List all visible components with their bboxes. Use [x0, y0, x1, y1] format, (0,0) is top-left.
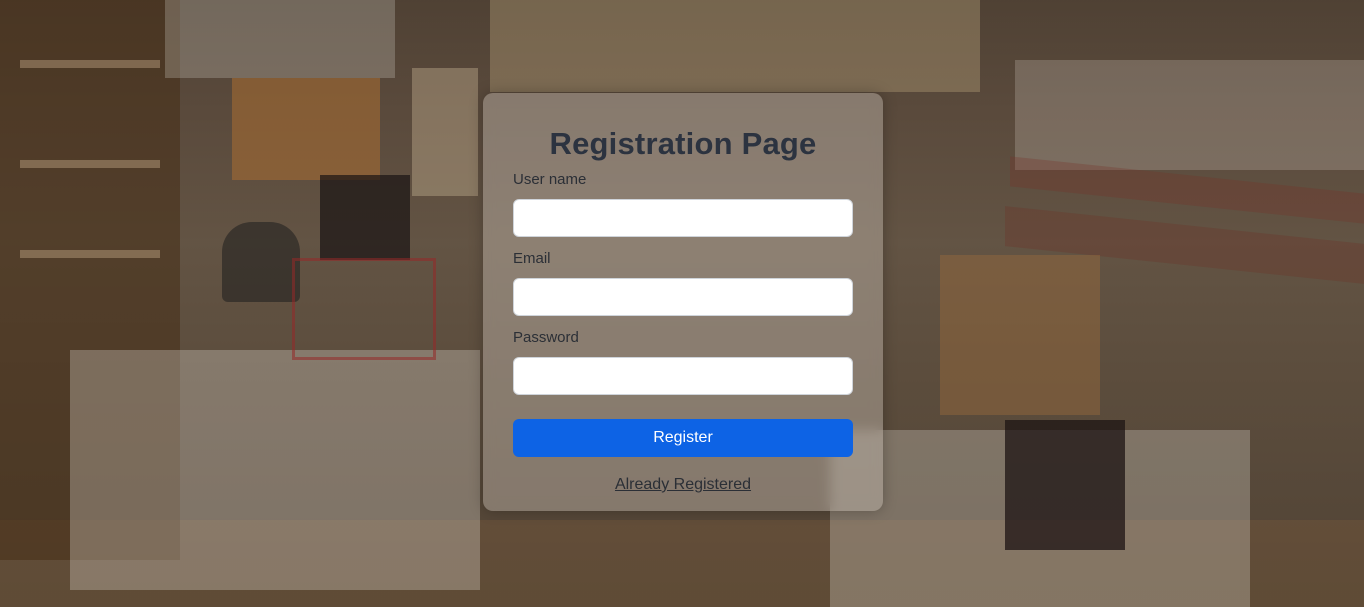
background-shelf — [20, 60, 160, 68]
background-display-wall — [490, 0, 980, 92]
registration-form: Registration Page User name Email Passwo… — [483, 93, 883, 511]
background-shelf — [20, 160, 160, 168]
background-tote-bag — [222, 222, 300, 302]
already-registered-link[interactable]: Already Registered — [615, 476, 751, 493]
username-input[interactable] — [513, 199, 853, 237]
password-input[interactable] — [513, 357, 853, 395]
login-link-row: Already Registered — [513, 476, 853, 494]
username-label: User name — [513, 171, 587, 188]
background-shelf — [20, 250, 160, 258]
background-pen-display — [1015, 60, 1364, 170]
email-label: Email — [513, 250, 551, 267]
email-input[interactable] — [513, 278, 853, 316]
page-title: Registration Page — [549, 126, 817, 161]
background-card-rack — [412, 68, 478, 196]
background-wood-panel — [232, 78, 380, 180]
background-red-stand — [292, 258, 436, 360]
register-button[interactable]: Register — [513, 419, 853, 457]
password-label: Password — [513, 329, 579, 346]
background-book-stack — [1005, 420, 1125, 550]
background-upper-cabinets — [165, 0, 395, 78]
background-display-table — [70, 350, 480, 590]
background-cabinet — [940, 255, 1100, 415]
background-tote-bag — [320, 175, 410, 260]
